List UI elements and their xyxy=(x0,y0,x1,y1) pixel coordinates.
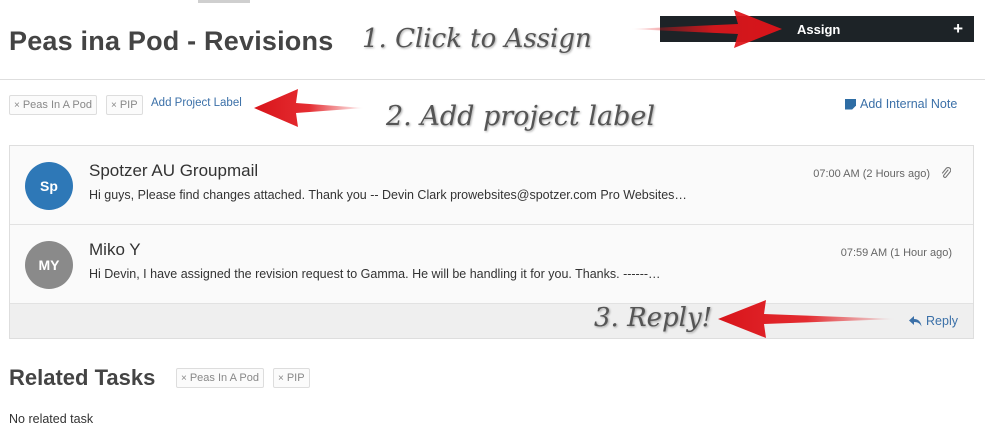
reply-button[interactable]: Reply xyxy=(909,314,958,328)
annotation-arrow-2 xyxy=(254,89,364,127)
related-tasks-empty: No related task xyxy=(9,412,94,426)
message-snippet: Hi guys, Please find changes attached. T… xyxy=(89,188,687,202)
reply-icon xyxy=(909,315,922,326)
message-sender: Miko Y xyxy=(89,240,141,259)
top-strip xyxy=(198,0,250,3)
message-time: 07:59 AM (1 Hour ago) xyxy=(840,247,952,259)
annotation-arrow-3 xyxy=(718,300,896,338)
message-snippet: Hi Devin, I have assigned the revision r… xyxy=(89,267,661,281)
message-row[interactable]: MY Miko Y Hi Devin, I have assigned the … xyxy=(10,225,973,304)
add-internal-note-label: Add Internal Note xyxy=(860,97,958,111)
remove-tag-icon[interactable]: × xyxy=(278,373,284,384)
remove-tag-icon[interactable]: × xyxy=(111,100,117,111)
remove-tag-icon[interactable]: × xyxy=(181,373,187,384)
tag-label: Peas In A Pod xyxy=(189,372,259,384)
reply-label: Reply xyxy=(926,314,958,328)
avatar: MY xyxy=(25,241,73,289)
tag-label: PIP xyxy=(286,372,305,384)
assign-button-label: Assign xyxy=(797,21,841,37)
header-divider xyxy=(0,79,985,80)
related-tasks-title: Related Tasks xyxy=(9,365,156,390)
project-label-tag[interactable]: × Peas In A Pod xyxy=(9,95,97,115)
related-task-tag[interactable]: × PIP xyxy=(273,368,310,388)
plus-icon: + xyxy=(953,19,963,38)
message-sender: Spotzer AU Groupmail xyxy=(89,161,259,180)
message-time: 07:00 AM (2 Hours ago) xyxy=(813,168,930,180)
note-icon xyxy=(845,98,856,110)
related-task-tag[interactable]: × Peas In A Pod xyxy=(176,368,264,388)
paperclip-icon[interactable] xyxy=(941,167,951,179)
remove-tag-icon[interactable]: × xyxy=(14,100,20,111)
message-row[interactable]: Sp Spotzer AU Groupmail Hi guys, Please … xyxy=(10,146,973,225)
annotation-arrow-1 xyxy=(630,10,782,48)
project-label-tag[interactable]: × PIP xyxy=(106,95,143,115)
page-title: Peas ina Pod - Revisions xyxy=(9,26,334,56)
avatar: Sp xyxy=(25,162,73,210)
tag-label: Peas In A Pod xyxy=(22,99,92,111)
annotation-step-2: 2. Add project label xyxy=(386,101,655,132)
add-project-label-link[interactable]: Add Project Label xyxy=(151,97,242,109)
annotation-step-1: 1. Click to Assign xyxy=(362,24,592,54)
add-internal-note-link[interactable]: Add Internal Note xyxy=(845,97,957,111)
annotation-step-3: 3. Reply! xyxy=(594,303,713,333)
tag-label: PIP xyxy=(119,99,138,111)
